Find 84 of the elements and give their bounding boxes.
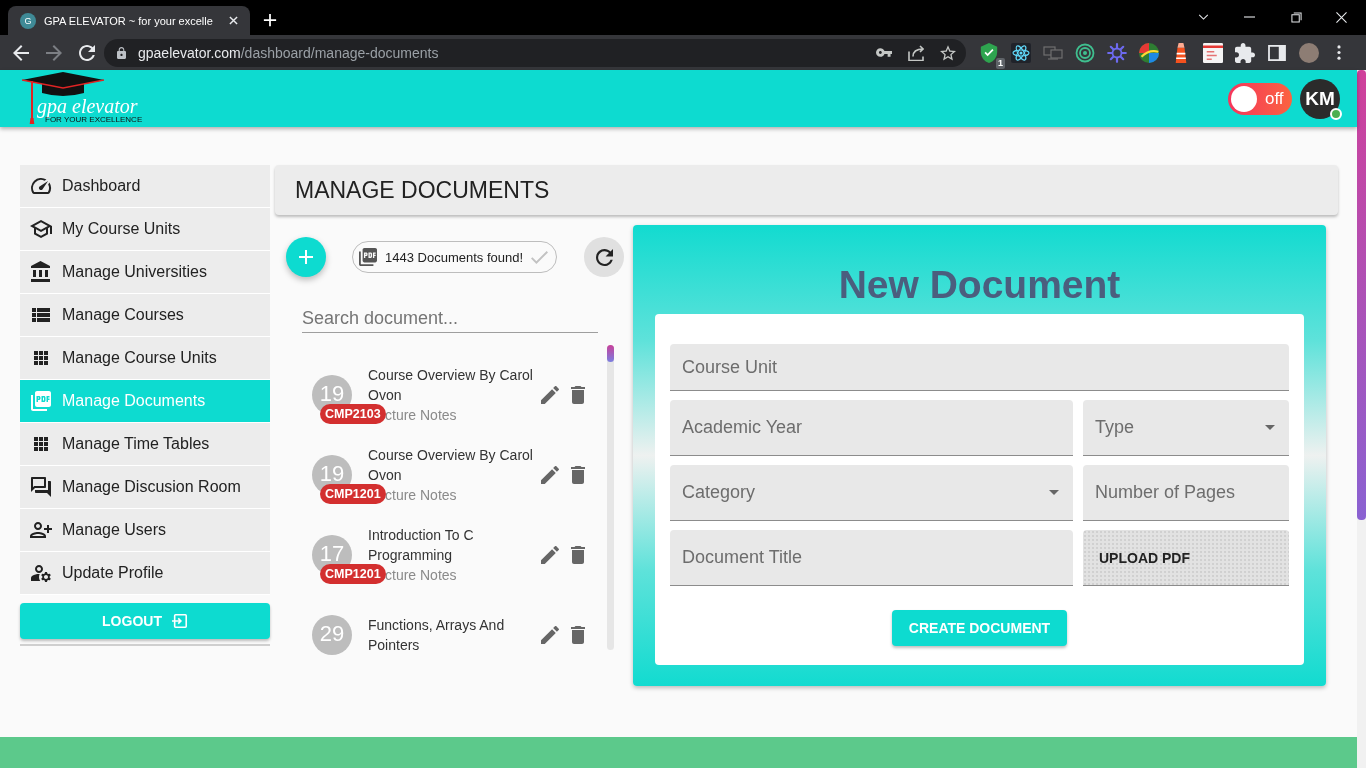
refresh-icon: [595, 248, 613, 266]
select-field[interactable]: Type: [1083, 400, 1289, 456]
tassel-icon: [29, 97, 35, 125]
more-icon[interactable]: [1337, 45, 1341, 60]
sidebar-item[interactable]: Manage Users: [20, 509, 270, 552]
sidebar-item[interactable]: My Course Units: [20, 208, 270, 251]
pencil-icon[interactable]: [541, 546, 559, 564]
extension-badge: 1: [996, 57, 1005, 69]
sidebar-item[interactable]: Manage Discusion Room: [20, 466, 270, 509]
ball-icon[interactable]: [1139, 42, 1159, 63]
document-category: cture Notes: [385, 486, 457, 505]
input-field[interactable]: Academic Year: [670, 400, 1073, 456]
star-icon[interactable]: [940, 44, 956, 61]
document-category: cture Notes: [385, 566, 457, 585]
back-arrow-icon[interactable]: [13, 44, 29, 61]
caret-icon: [1049, 490, 1059, 495]
shield-icon[interactable]: [979, 42, 999, 63]
exit-icon: [171, 613, 188, 629]
chevron-down-icon[interactable]: [1198, 14, 1209, 20]
person-plus-icon: [30, 519, 52, 541]
sidebar-item[interactable]: Update Profile: [20, 552, 270, 595]
sidebar-item[interactable]: Dashboard: [20, 165, 270, 208]
favicon: G: [20, 12, 36, 29]
count-avatar: 29: [312, 615, 352, 655]
document-title: Introduction To C Programming: [368, 526, 475, 565]
pencil-icon[interactable]: [541, 386, 559, 404]
close-icon[interactable]: [229, 16, 238, 25]
document-title: Course Overview By Carol Ovon: [368, 446, 534, 485]
document-title: Course Overview By Carol Ovon: [368, 366, 534, 405]
input-field[interactable]: Document Title: [670, 530, 1073, 586]
restore-icon[interactable]: [1291, 12, 1302, 23]
sidebar-item[interactable]: Manage Time Tables: [20, 423, 270, 466]
share-icon[interactable]: [908, 44, 924, 61]
document-title: Functions, Arrays And Pointers: [368, 616, 506, 655]
refresh-button[interactable]: [584, 237, 625, 277]
user-avatar[interactable]: KM: [1300, 78, 1340, 119]
scrollbar-thumb[interactable]: [1357, 70, 1366, 520]
trash-icon[interactable]: [571, 546, 585, 564]
pencil-icon[interactable]: [541, 626, 559, 644]
reload-icon[interactable]: [79, 44, 95, 61]
browser-tab[interactable]: G GPA ELEVATOR ~ for your excelle: [8, 6, 250, 35]
side-panel-icon[interactable]: [1268, 44, 1286, 61]
bank-icon: [30, 261, 52, 283]
input-field[interactable]: Number of Pages: [1083, 465, 1289, 521]
scrollbar-thumb[interactable]: [607, 345, 614, 362]
sidebar-item[interactable]: Manage Courses: [20, 294, 270, 337]
close-icon[interactable]: [1336, 12, 1347, 23]
lock-icon[interactable]: [117, 46, 126, 59]
graduation-cap-icon: [30, 218, 52, 240]
person-gear-icon: [30, 562, 52, 584]
pencil-icon[interactable]: [541, 466, 559, 484]
atom-icon[interactable]: [1011, 42, 1031, 63]
pdf-icon: [359, 248, 377, 266]
form-title: New Document: [837, 262, 1122, 308]
graduation-cap-icon: [22, 72, 104, 97]
course-code-badge: CMP1201: [320, 564, 386, 584]
sidebar-item[interactable]: Manage Course Units: [20, 337, 270, 380]
caret-icon: [1265, 425, 1275, 430]
gauge-icon: [30, 175, 52, 197]
input-field[interactable]: Course Unit: [670, 344, 1289, 391]
sun-icon[interactable]: [1107, 42, 1127, 63]
upload-button[interactable]: UPLOAD PDF: [1083, 530, 1289, 586]
address-bar[interactable]: gpaelevator.com/dashboard/manage-documents: [104, 38, 966, 67]
sidebar-item[interactable]: Manage Universities: [20, 251, 270, 294]
check-icon: [531, 250, 549, 264]
page-title: MANAGE DOCUMENTS: [295, 176, 550, 204]
pdf-icon: [30, 390, 52, 412]
chat-icon: [30, 476, 52, 498]
course-code-badge: CMP1201: [320, 484, 386, 504]
document-count: 1443 Documents found!: [385, 249, 524, 265]
profile-avatar[interactable]: [1299, 42, 1319, 63]
document-icon[interactable]: [1203, 42, 1223, 63]
trash-icon[interactable]: [571, 386, 585, 404]
search-field[interactable]: Search document...: [302, 305, 598, 333]
document-category: cture Notes: [385, 406, 457, 425]
trash-icon[interactable]: [571, 626, 585, 644]
puzzle-icon[interactable]: [1235, 42, 1255, 63]
plus-icon[interactable]: [263, 13, 277, 27]
trash-icon[interactable]: [571, 466, 585, 484]
course-code-badge: CMP2103: [320, 404, 386, 424]
target-icon[interactable]: [1075, 42, 1095, 63]
select-field[interactable]: Category: [670, 465, 1073, 521]
key-icon[interactable]: [876, 48, 892, 57]
plus-icon: [299, 250, 313, 264]
